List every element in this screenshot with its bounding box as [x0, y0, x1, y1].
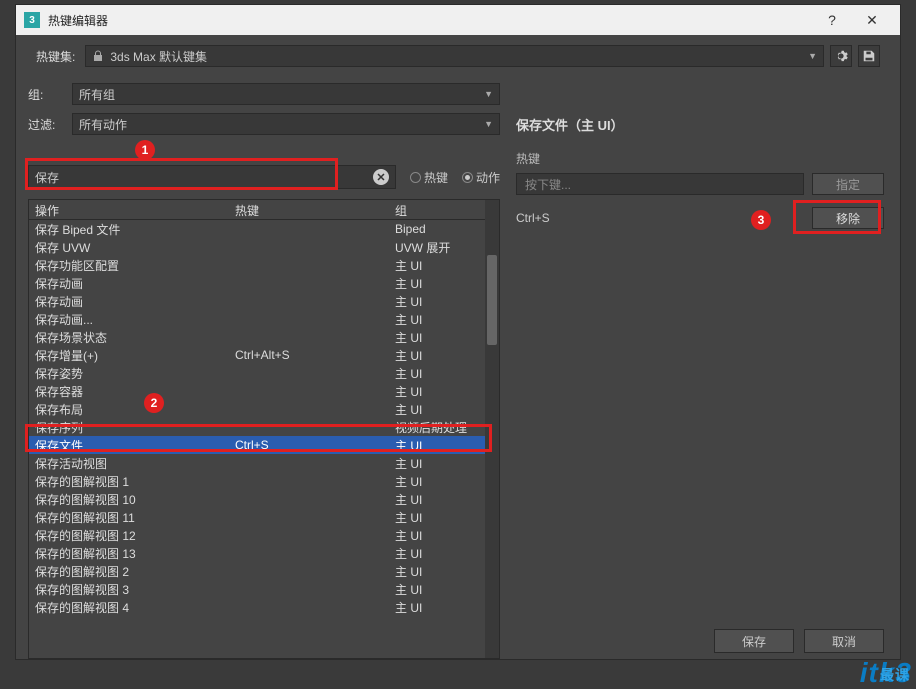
app-icon: 3 — [24, 12, 40, 28]
table-row[interactable]: 保存文件Ctrl+S主 UI — [29, 436, 499, 454]
table-row[interactable]: 保存场景状态主 UI — [29, 328, 499, 346]
table-row[interactable]: 保存容器主 UI — [29, 382, 499, 400]
cell-hotkey — [229, 227, 389, 231]
save-icon — [862, 49, 876, 63]
table-row[interactable]: 保存功能区配置主 UI — [29, 256, 499, 274]
table-row[interactable]: 保存的图解视图 10主 UI — [29, 490, 499, 508]
cell-hotkey: Ctrl+S — [229, 436, 389, 454]
preset-row: 热键集: 3ds Max 默认键集 ▼ — [16, 35, 900, 75]
col-hotkey[interactable]: 热键 — [229, 200, 389, 219]
lock-icon — [92, 50, 104, 62]
save-preset-button[interactable] — [858, 45, 880, 67]
table-row[interactable]: 保存动画主 UI — [29, 292, 499, 310]
assigned-hotkey: Ctrl+S — [516, 211, 550, 225]
table-row[interactable]: 保存的图解视图 11主 UI — [29, 508, 499, 526]
close-button[interactable]: ✕ — [852, 6, 892, 34]
radio-hotkey[interactable]: 热键 — [410, 169, 448, 186]
table-row[interactable]: 保存序列视频后期处理 — [29, 418, 499, 436]
cell-hotkey — [229, 407, 389, 411]
cell-hotkey — [229, 605, 389, 609]
search-box[interactable]: ✕ — [28, 165, 396, 189]
radio-icon — [462, 172, 473, 183]
table-row[interactable]: 保存的图解视图 4 主 UI — [29, 598, 499, 616]
cell-hotkey — [229, 317, 389, 321]
selected-action-title: 保存文件（主 UI） — [516, 115, 888, 134]
search-input[interactable] — [35, 170, 373, 184]
cell-hotkey — [229, 245, 389, 249]
cell-hotkey — [229, 461, 389, 465]
cell-action: 保存的图解视图 4 — [29, 597, 229, 618]
cell-hotkey — [229, 425, 389, 429]
dialog-footer: 保存 取消 — [714, 629, 884, 653]
table-header: 操作 热键 组 — [29, 200, 499, 220]
table-row[interactable]: 保存的图解视图 2主 UI — [29, 562, 499, 580]
filter-label: 过滤: — [28, 116, 62, 133]
cell-hotkey: Ctrl+Alt+S — [229, 346, 389, 364]
col-group[interactable]: 组 — [389, 200, 499, 219]
group-select[interactable]: 所有组 ▼ — [72, 83, 500, 105]
filter-select[interactable]: 所有动作 ▼ — [72, 113, 500, 135]
cell-hotkey — [229, 569, 389, 573]
table-row[interactable]: 保存布局主 UI — [29, 400, 499, 418]
cell-hotkey — [229, 551, 389, 555]
radio-icon — [410, 172, 421, 183]
chevron-down-icon: ▼ — [484, 119, 493, 129]
cell-hotkey — [229, 497, 389, 501]
scrollbar[interactable] — [485, 200, 499, 658]
content-area: 组: 所有组 ▼ 过滤: 所有动作 ▼ ✕ — [16, 75, 900, 659]
table-row[interactable]: 保存 Biped 文件Biped — [29, 220, 499, 238]
table-row[interactable]: 保存增量(+)Ctrl+Alt+S主 UI — [29, 346, 499, 364]
preset-value: 3ds Max 默认键集 — [110, 48, 207, 65]
table-row[interactable]: 保存活动视图主 UI — [29, 454, 499, 472]
cell-hotkey — [229, 263, 389, 267]
table-row[interactable]: 保存 UVWUVW 展开 — [29, 238, 499, 256]
watermark: itk3 最课 — [860, 657, 912, 689]
settings-button[interactable] — [830, 45, 852, 67]
right-pane: 保存文件（主 UI） 热键 按下键... 指定 Ctrl+S 移除 — [512, 79, 888, 659]
preset-select[interactable]: 3ds Max 默认键集 ▼ — [85, 45, 824, 67]
table-row[interactable]: 保存姿势主 UI — [29, 364, 499, 382]
cell-hotkey — [229, 389, 389, 393]
table-row[interactable]: 保存的图解视图 1主 UI — [29, 472, 499, 490]
col-action[interactable]: 操作 — [29, 200, 229, 219]
cell-hotkey — [229, 335, 389, 339]
hotkey-input[interactable]: 按下键... — [516, 173, 804, 195]
cell-hotkey — [229, 371, 389, 375]
cell-group: 主 UI — [389, 597, 499, 618]
hotkey-group-label: 热键 — [516, 150, 884, 167]
scrollbar-thumb[interactable] — [487, 255, 497, 345]
chevron-down-icon: ▼ — [484, 89, 493, 99]
window-title: 热键编辑器 — [48, 12, 812, 29]
help-button[interactable]: ? — [812, 6, 852, 34]
preset-label: 热键集: — [36, 48, 75, 65]
chevron-down-icon: ▼ — [808, 51, 817, 61]
cell-hotkey — [229, 587, 389, 591]
hotkey-group: 热键 按下键... 指定 Ctrl+S 移除 — [516, 150, 884, 229]
cell-hotkey — [229, 479, 389, 483]
hotkey-placeholder: 按下键... — [525, 176, 571, 193]
group-label: 组: — [28, 86, 62, 103]
table-row[interactable]: 保存动画...主 UI — [29, 310, 499, 328]
cell-group: Biped — [389, 220, 499, 238]
cell-hotkey — [229, 533, 389, 537]
cell-hotkey — [229, 515, 389, 519]
gear-icon — [834, 49, 848, 63]
assign-button[interactable]: 指定 — [812, 173, 884, 195]
table-row[interactable]: 保存的图解视图 3主 UI — [29, 580, 499, 598]
table-body[interactable]: 保存 Biped 文件Biped保存 UVWUVW 展开保存功能区配置主 UI保… — [29, 220, 499, 658]
radio-action[interactable]: 动作 — [462, 169, 500, 186]
dialog-cancel-button[interactable]: 取消 — [804, 629, 884, 653]
table-row[interactable]: 保存的图解视图 12主 UI — [29, 526, 499, 544]
table-row[interactable]: 保存动画主 UI — [29, 274, 499, 292]
titlebar: 3 热键编辑器 ? ✕ — [16, 5, 900, 35]
hotkey-editor-window: 3 热键编辑器 ? ✕ 热键集: 3ds Max 默认键集 ▼ 组: 所有组 ▼ — [15, 4, 901, 660]
dialog-save-button[interactable]: 保存 — [714, 629, 794, 653]
cell-hotkey — [229, 281, 389, 285]
actions-table: 操作 热键 组 保存 Biped 文件Biped保存 UVWUVW 展开保存功能… — [28, 199, 500, 659]
table-row[interactable]: 保存的图解视图 13主 UI — [29, 544, 499, 562]
cell-hotkey — [229, 299, 389, 303]
remove-button[interactable]: 移除 — [812, 207, 884, 229]
clear-search-icon[interactable]: ✕ — [373, 169, 389, 185]
left-pane: 组: 所有组 ▼ 过滤: 所有动作 ▼ ✕ — [28, 79, 500, 659]
